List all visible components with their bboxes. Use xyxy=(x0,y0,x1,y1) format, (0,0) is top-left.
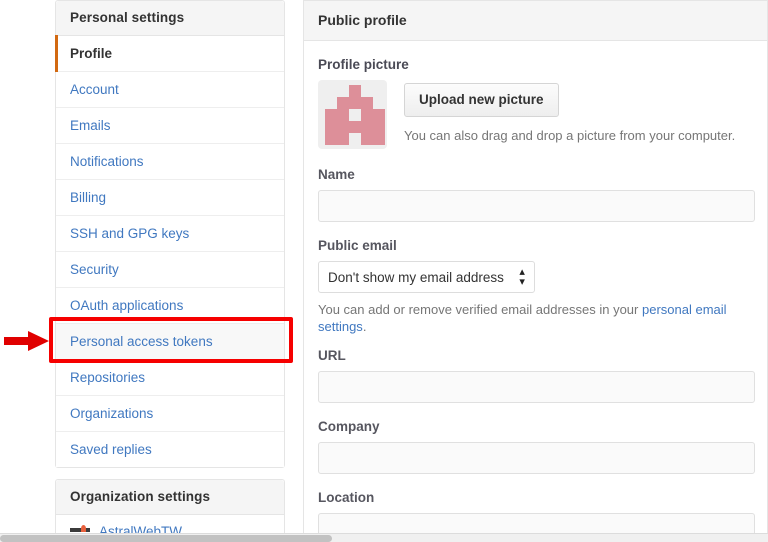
company-label: Company xyxy=(318,419,380,434)
sidebar-item-label: Emails xyxy=(70,118,111,133)
name-input[interactable] xyxy=(318,190,755,222)
identicon-cell xyxy=(361,121,373,133)
avatar[interactable] xyxy=(318,80,387,149)
personal-settings-card: Personal settings Profile Account Emails… xyxy=(55,0,285,468)
sidebar-item-label: Organizations xyxy=(70,406,154,421)
sidebar-item-label: Billing xyxy=(70,190,107,205)
sidebar-item-organizations[interactable]: Organizations xyxy=(56,396,284,432)
annotation-arrow-icon xyxy=(4,331,49,351)
identicon-cell xyxy=(373,109,385,121)
identicon-cell xyxy=(337,133,349,145)
identicon-cell xyxy=(361,109,373,121)
location-label: Location xyxy=(318,490,375,505)
sidebar-item-account[interactable]: Account xyxy=(56,72,284,108)
identicon-cell xyxy=(373,121,385,133)
sidebar-item-saved-replies[interactable]: Saved replies xyxy=(56,432,284,467)
identicon-cell xyxy=(337,85,349,97)
identicon-cell xyxy=(349,109,361,121)
identicon-cell xyxy=(349,85,361,97)
sidebar-item-label: Personal access tokens xyxy=(70,334,213,349)
sidebar-item-repositories[interactable]: Repositories xyxy=(56,360,284,396)
identicon-cell xyxy=(361,85,373,97)
sidebar-item-label: Notifications xyxy=(70,154,144,169)
personal-settings-header: Personal settings xyxy=(56,1,284,36)
sidebar-item-billing[interactable]: Billing xyxy=(56,180,284,216)
public-email-select[interactable]: Don't show my email address ▴ ▾ xyxy=(318,261,535,293)
upload-new-picture-button[interactable]: Upload new picture xyxy=(404,83,559,117)
select-updown-arrows-icon: ▴ ▾ xyxy=(519,266,525,288)
identicon-cell xyxy=(325,85,337,97)
identicon-cell xyxy=(325,133,337,145)
identicon-cell xyxy=(349,97,361,109)
sidebar-item-security[interactable]: Security xyxy=(56,252,284,288)
identicon-cell xyxy=(349,133,361,145)
identicon-cell xyxy=(325,121,337,133)
sidebar-item-emails[interactable]: Emails xyxy=(56,108,284,144)
organization-settings-header: Organization settings xyxy=(56,480,284,515)
sidebar-item-label: OAuth applications xyxy=(70,298,184,313)
drag-and-drop-hint: You can also drag and drop a picture fro… xyxy=(404,128,736,143)
horizontal-scrollbar[interactable] xyxy=(0,533,768,542)
identicon-cell xyxy=(337,97,349,109)
sidebar-item-label: Security xyxy=(70,262,119,277)
identicon-cell xyxy=(373,133,385,145)
profile-picture-actions: Upload new picture You can also drag and… xyxy=(404,80,735,144)
verified-email-hint: You can add or remove verified email add… xyxy=(318,301,753,335)
sidebar-item-label: Saved replies xyxy=(70,442,152,457)
public-profile-panel: Public profile Profile picture Upload ne… xyxy=(303,0,768,542)
identicon-cell xyxy=(349,121,361,133)
sidebar-item-ssh-and-gpg-keys[interactable]: SSH and GPG keys xyxy=(56,216,284,252)
name-label: Name xyxy=(318,167,355,182)
identicon-cell xyxy=(337,109,349,121)
public-email-label: Public email xyxy=(318,238,397,253)
sidebar-item-label: SSH and GPG keys xyxy=(70,226,190,241)
verified-email-hint-prefix: You can add or remove verified email add… xyxy=(318,302,642,317)
panel-body: Profile picture Upload new picture You c… xyxy=(304,41,767,542)
identicon-cell xyxy=(373,85,385,97)
sidebar-item-label: Account xyxy=(70,82,119,97)
sidebar-item-profile[interactable]: Profile xyxy=(55,35,284,72)
identicon-cell xyxy=(325,97,337,109)
company-input[interactable] xyxy=(318,442,755,474)
identicon-grid xyxy=(325,85,385,145)
sidebar-item-personal-access-tokens[interactable]: Personal access tokens xyxy=(56,324,284,360)
url-label: URL xyxy=(318,348,346,363)
sidebar-item-oauth-applications[interactable]: OAuth applications xyxy=(56,288,284,324)
sidebar: Personal settings Profile Account Emails… xyxy=(55,0,285,468)
identicon-cell xyxy=(361,97,373,109)
identicon-cell xyxy=(361,133,373,145)
verified-email-hint-suffix: . xyxy=(362,319,367,334)
profile-picture-label: Profile picture xyxy=(318,57,409,72)
sidebar-item-label: Profile xyxy=(70,46,113,61)
panel-title: Public profile xyxy=(304,1,767,41)
settings-page: Personal settings Profile Account Emails… xyxy=(0,0,768,542)
public-email-selected-value: Don't show my email address xyxy=(328,270,504,285)
sidebar-item-label: Repositories xyxy=(70,370,146,385)
identicon-cell xyxy=(373,97,385,109)
identicon-cell xyxy=(337,121,349,133)
url-input[interactable] xyxy=(318,371,755,403)
sidebar-item-notifications[interactable]: Notifications xyxy=(56,144,284,180)
identicon-cell xyxy=(325,109,337,121)
profile-picture-row: Upload new picture You can also drag and… xyxy=(318,80,753,149)
horizontal-scrollbar-thumb[interactable] xyxy=(0,535,332,542)
